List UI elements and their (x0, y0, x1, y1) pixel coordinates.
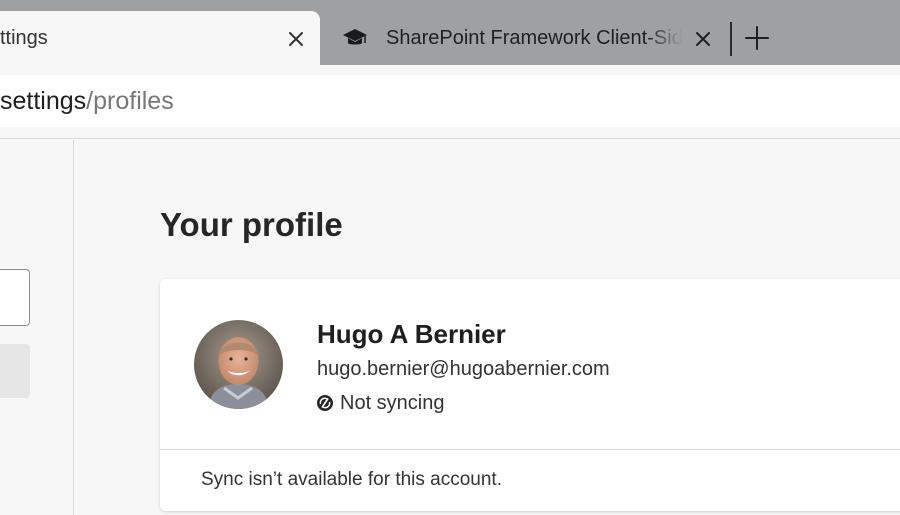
close-tab-icon[interactable] (284, 27, 308, 51)
sync-status: Not syncing (317, 391, 445, 415)
tab-strip: ttings SharePoint Framework Client-Sid (0, 0, 900, 65)
sync-disabled-icon (317, 395, 333, 411)
page-title: Your profile (160, 206, 343, 243)
url-host: settings (0, 87, 87, 115)
divider (160, 449, 900, 450)
browser-toolbar: settings/profiles (0, 65, 900, 139)
url-path: /profiles (86, 87, 174, 115)
sidebar-item-profiles[interactable] (0, 344, 30, 398)
profile-card: Hugo A Bernier hugo.bernier@hugoabernier… (160, 279, 900, 511)
search-settings-input[interactable] (0, 269, 30, 326)
address-bar[interactable]: settings/profiles (0, 75, 900, 127)
main-content: Your profile Hugo A Bernier hugo.bernier… (75, 140, 900, 515)
profile-email: hugo.bernier@hugoabernier.com (317, 358, 610, 380)
settings-sidebar (0, 140, 74, 515)
graduation-cap-icon (342, 27, 368, 49)
tab-title: ttings (0, 27, 48, 49)
tab-title: SharePoint Framework Client-Sid (386, 27, 682, 49)
avatar (194, 320, 283, 409)
tab-separator (730, 22, 732, 56)
sync-status-label: Not syncing (340, 391, 445, 414)
tab-sharepoint-framework[interactable]: SharePoint Framework Client-Sid (330, 11, 725, 65)
sync-unavailable-message: Sync isn’t available for this account. (201, 469, 502, 490)
tab-settings[interactable]: ttings (0, 11, 320, 65)
new-tab-plus-icon[interactable] (743, 24, 771, 52)
close-tab-icon[interactable] (691, 27, 715, 51)
profile-name: Hugo A Bernier (317, 319, 506, 349)
